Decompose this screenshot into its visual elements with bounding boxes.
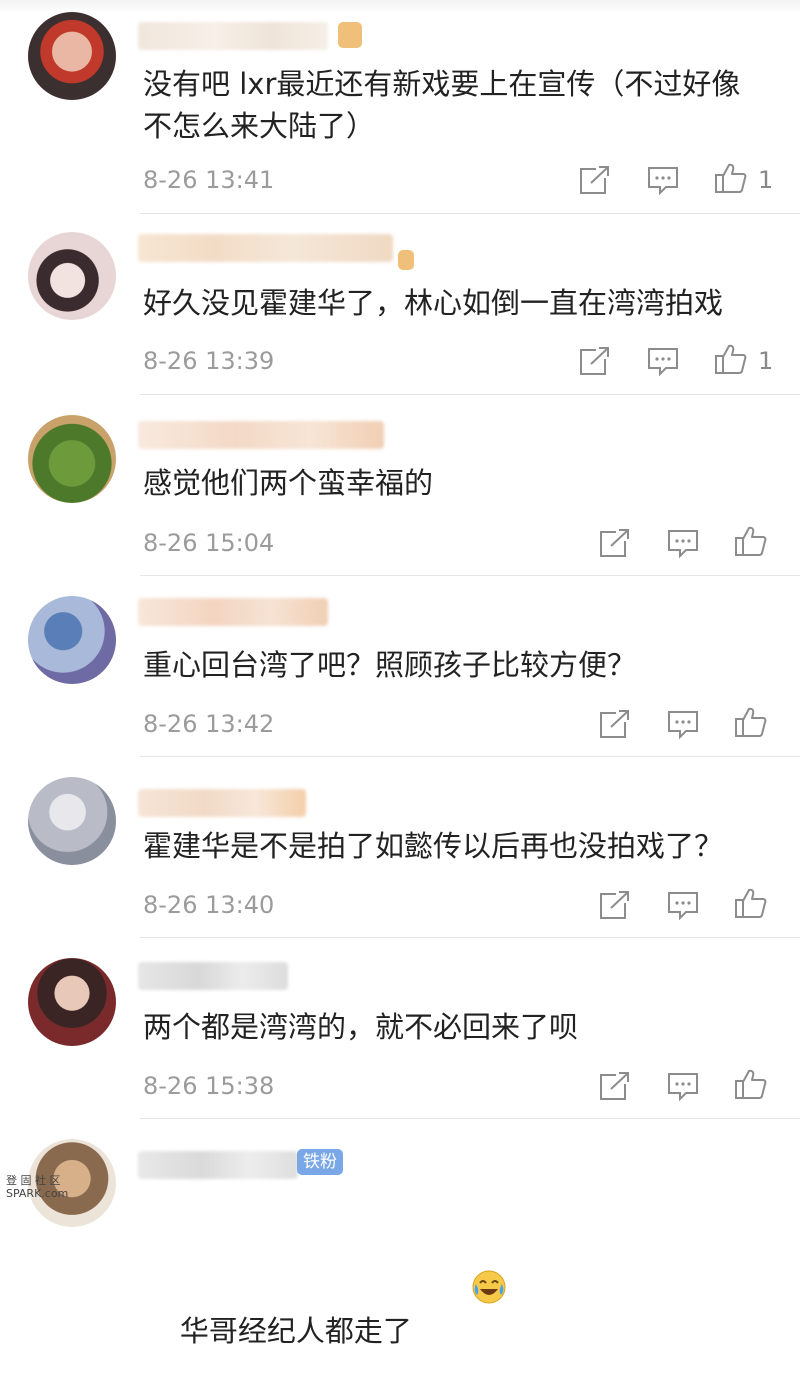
comment-text: 霍建华是不是拍了如懿传以后再也没拍戏了？	[143, 829, 724, 863]
comment-icon[interactable]	[646, 163, 680, 197]
comment-item: 两个都是湾湾的，就不必回来了呗 8-26 15:38	[0, 938, 800, 1119]
crying-laugh-emoji	[416, 1227, 507, 1358]
comment-time: 8-26 15:38	[143, 1072, 275, 1100]
comment-icon[interactable]	[646, 344, 680, 378]
thumbs-up-icon[interactable]	[734, 1067, 768, 1101]
username[interactable]	[138, 22, 328, 50]
comment-item: 重心回台湾了吧？照顾孩子比较方便？ 8-26 13:42	[0, 576, 800, 757]
comment-text: 华哥经纪人都走了	[143, 1185, 773, 1400]
comment-time: 8-26 15:04	[143, 529, 275, 557]
username[interactable]	[138, 421, 384, 449]
comment-icon[interactable]	[666, 707, 700, 741]
share-icon[interactable]	[578, 344, 612, 378]
share-icon[interactable]	[598, 707, 632, 741]
comment-icon[interactable]	[666, 888, 700, 922]
comment-item: 好久没见霍建华了，林心如倒一直在湾湾拍戏 8-26 13:39 1	[0, 214, 800, 395]
comment-text: 没有吧 lxr最近还有新戏要上在宣传（不过好像不怎么来大陆了）	[143, 67, 741, 143]
comment-item: 没有吧 lxr最近还有新戏要上在宣传（不过好像不怎么来大陆了） 8-26 13:…	[0, 0, 800, 214]
thumbs-up-icon[interactable]	[714, 342, 748, 376]
comment-time: 8-26 13:39	[143, 347, 275, 375]
thumbs-up-icon[interactable]	[714, 161, 748, 195]
comment-icon[interactable]	[666, 1069, 700, 1103]
username[interactable]	[138, 234, 393, 262]
share-icon[interactable]	[578, 163, 612, 197]
avatar[interactable]	[28, 777, 116, 865]
avatar[interactable]	[28, 958, 116, 1046]
thumbs-up-icon[interactable]	[734, 886, 768, 920]
thumbs-up-icon[interactable]	[734, 705, 768, 739]
comment-text-content: 华哥经纪人都走了	[179, 1314, 412, 1348]
comment-item: 铁粉 华哥经纪人都走了	[0, 1119, 800, 1348]
username[interactable]	[138, 962, 288, 990]
username[interactable]	[138, 789, 306, 817]
avatar[interactable]	[28, 232, 116, 320]
comment-time: 8-26 13:40	[143, 891, 275, 919]
like-count: 1	[758, 347, 774, 375]
comment-time: 8-26 13:42	[143, 710, 275, 738]
comment-item: 感觉他们两个蛮幸福的 8-26 15:04	[0, 395, 800, 576]
share-icon[interactable]	[598, 526, 632, 560]
like-count: 1	[758, 166, 774, 194]
watermark-line-2: SPARK.com	[6, 1187, 69, 1200]
fan-badge: 铁粉	[297, 1149, 343, 1175]
share-icon[interactable]	[598, 888, 632, 922]
share-icon[interactable]	[598, 1069, 632, 1103]
avatar[interactable]	[28, 415, 116, 503]
comment-text: 两个都是湾湾的，就不必回来了呗	[143, 1010, 579, 1044]
watermark-line-1: 登 固 社 区	[6, 1174, 61, 1187]
username[interactable]	[138, 1151, 298, 1179]
comment-text: 好久没见霍建华了，林心如倒一直在湾湾拍戏	[143, 286, 724, 320]
avatar[interactable]	[28, 596, 116, 684]
thumbs-up-icon[interactable]	[734, 524, 768, 558]
comment-text: 感觉他们两个蛮幸福的	[143, 466, 434, 500]
comment-icon[interactable]	[666, 526, 700, 560]
avatar[interactable]	[28, 12, 116, 100]
member-badge	[398, 250, 414, 270]
comment-text: 重心回台湾了吧？照顾孩子比较方便？	[143, 648, 637, 682]
comment-item: 霍建华是不是拍了如懿传以后再也没拍戏了？ 8-26 13:40	[0, 757, 800, 938]
username[interactable]	[138, 598, 328, 626]
watermark: 登 固 社 区 SPARK.com	[6, 1174, 68, 1200]
member-badge	[338, 22, 362, 48]
comment-time: 8-26 13:41	[143, 166, 275, 194]
